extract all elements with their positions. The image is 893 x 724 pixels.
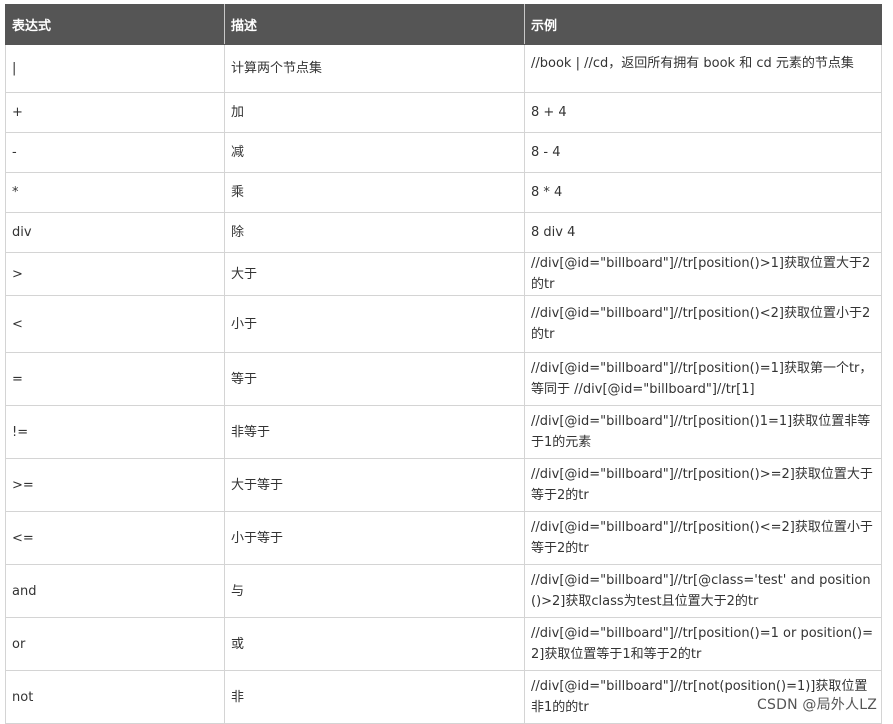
table-body: | 计算两个节点集 //book | //cd，返回所有拥有 book 和 cd… <box>5 44 882 724</box>
xpath-operators-table: 表达式 描述 示例 | 计算两个节点集 //book | //cd，返回所有拥有… <box>5 4 882 724</box>
cell-example: 8 * 4 <box>524 172 882 213</box>
cell-description: 等于 <box>224 352 525 406</box>
table-row: and 与 //div[@id="billboard"]//tr[@class=… <box>5 564 882 618</box>
cell-description: 减 <box>224 132 525 173</box>
cell-example: //div[@id="billboard"]//tr[position()>1]… <box>524 252 882 296</box>
cell-expression: | <box>5 44 225 93</box>
table-row: | 计算两个节点集 //book | //cd，返回所有拥有 book 和 cd… <box>5 44 882 93</box>
cell-expression: - <box>5 132 225 173</box>
cell-description: 大于 <box>224 252 525 296</box>
cell-description: 加 <box>224 92 525 133</box>
table-row: div 除 8 div 4 <box>5 212 882 253</box>
cell-expression: = <box>5 352 225 406</box>
cell-example: //div[@id="billboard"]//tr[@class='test'… <box>524 564 882 618</box>
csdn-watermark: CSDN @局外人LZ <box>755 694 879 714</box>
table-row: not 非 //div[@id="billboard"]//tr[not(pos… <box>5 670 882 724</box>
cell-description: 除 <box>224 212 525 253</box>
table-row: * 乘 8 * 4 <box>5 172 882 213</box>
table-row: != 非等于 //div[@id="billboard"]//tr[positi… <box>5 405 882 459</box>
table-row: or 或 //div[@id="billboard"]//tr[position… <box>5 617 882 671</box>
cell-example: //div[@id="billboard"]//tr[position()<2]… <box>524 295 882 353</box>
cell-description: 或 <box>224 617 525 671</box>
table-row: > 大于 //div[@id="billboard"]//tr[position… <box>5 252 882 296</box>
cell-description: 乘 <box>224 172 525 213</box>
cell-description: 小于 <box>224 295 525 353</box>
table-row: >= 大于等于 //div[@id="billboard"]//tr[posit… <box>5 458 882 512</box>
cell-description: 小于等于 <box>224 511 525 565</box>
cell-expression: > <box>5 252 225 296</box>
cell-expression: + <box>5 92 225 133</box>
table-row: < 小于 //div[@id="billboard"]//tr[position… <box>5 295 882 353</box>
header-expression: 表达式 <box>5 4 225 45</box>
cell-expression: < <box>5 295 225 353</box>
cell-expression: != <box>5 405 225 459</box>
cell-description: 非等于 <box>224 405 525 459</box>
table-row: <= 小于等于 //div[@id="billboard"]//tr[posit… <box>5 511 882 565</box>
cell-example: 8 + 4 <box>524 92 882 133</box>
cell-description: 计算两个节点集 <box>224 44 525 93</box>
cell-expression: >= <box>5 458 225 512</box>
cell-expression: and <box>5 564 225 618</box>
table-row: - 减 8 - 4 <box>5 132 882 173</box>
cell-expression: or <box>5 617 225 671</box>
cell-example: 8 div 4 <box>524 212 882 253</box>
cell-expression: <= <box>5 511 225 565</box>
cell-description: 大于等于 <box>224 458 525 512</box>
cell-example: 8 - 4 <box>524 132 882 173</box>
table-row: = 等于 //div[@id="billboard"]//tr[position… <box>5 352 882 406</box>
cell-example: //book | //cd，返回所有拥有 book 和 cd 元素的节点集 <box>524 44 882 93</box>
header-row: 表达式 描述 示例 <box>5 4 882 45</box>
cell-description: 非 <box>224 670 525 724</box>
cell-example: //div[@id="billboard"]//tr[position()1=1… <box>524 405 882 459</box>
header-example: 示例 <box>524 4 882 45</box>
cell-example: //div[@id="billboard"]//tr[position()<=2… <box>524 511 882 565</box>
cell-example: //div[@id="billboard"]//tr[position()=1]… <box>524 352 882 406</box>
cell-expression: div <box>5 212 225 253</box>
cell-example: //div[@id="billboard"]//tr[position()=1 … <box>524 617 882 671</box>
cell-example: //div[@id="billboard"]//tr[position()>=2… <box>524 458 882 512</box>
table-row: + 加 8 + 4 <box>5 92 882 133</box>
cell-expression: * <box>5 172 225 213</box>
cell-expression: not <box>5 670 225 724</box>
cell-description: 与 <box>224 564 525 618</box>
table-header: 表达式 描述 示例 <box>5 4 882 45</box>
header-description: 描述 <box>224 4 525 45</box>
